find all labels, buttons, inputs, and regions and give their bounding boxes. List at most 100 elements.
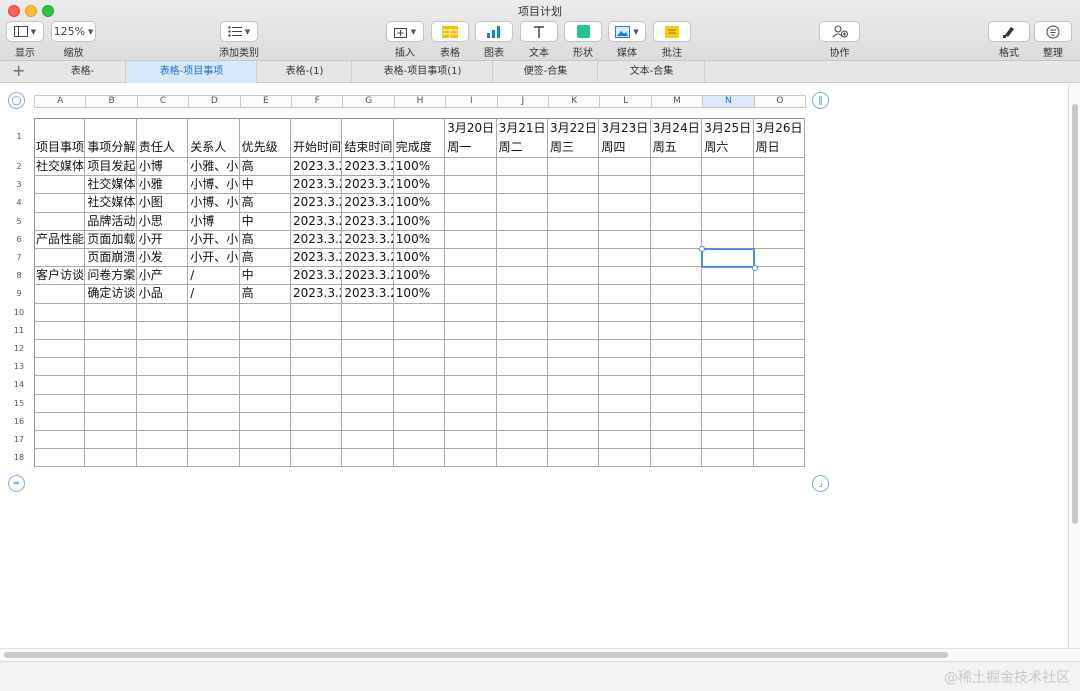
cell-g11[interactable] xyxy=(342,321,394,340)
cell-g16[interactable] xyxy=(342,412,394,431)
column-header-j[interactable]: J xyxy=(496,95,549,108)
cell-m3[interactable] xyxy=(650,176,703,195)
cell-k13[interactable] xyxy=(548,358,600,377)
cell-h12[interactable] xyxy=(393,340,446,359)
cell-k3[interactable] xyxy=(548,176,600,195)
cell-a3[interactable] xyxy=(34,176,86,195)
row-header-16[interactable]: 16 xyxy=(10,417,28,426)
comment-button[interactable] xyxy=(653,21,691,42)
cell-h2[interactable]: 100% xyxy=(393,158,446,177)
cell-i16[interactable] xyxy=(445,412,497,431)
cell-c3[interactable]: 小雅 xyxy=(136,176,189,195)
cell-f11[interactable] xyxy=(291,321,343,340)
media-button[interactable]: ▼ xyxy=(608,21,646,42)
cell-c14[interactable] xyxy=(136,376,189,395)
cell-m14[interactable] xyxy=(650,376,703,395)
cell-f15[interactable] xyxy=(291,394,343,413)
cell-c16[interactable] xyxy=(136,412,189,431)
row-header-9[interactable]: 9 xyxy=(10,289,28,298)
cell-l10[interactable] xyxy=(599,303,651,322)
cell-d3[interactable]: 小博、小 xyxy=(188,176,240,195)
cell-a9[interactable] xyxy=(34,285,86,304)
cell-f8[interactable]: 2023.3.2 xyxy=(291,267,343,286)
cell-c9[interactable]: 小品 xyxy=(136,285,189,304)
cell-d7[interactable]: 小开、小 xyxy=(188,249,240,268)
cell-e15[interactable] xyxy=(239,394,291,413)
cell-a15[interactable] xyxy=(34,394,86,413)
cell-m13[interactable] xyxy=(650,358,703,377)
cell-l14[interactable] xyxy=(599,376,651,395)
row-header-4[interactable]: 4 xyxy=(10,198,28,207)
cell-b4[interactable]: 社交媒体 xyxy=(85,194,137,213)
cell-g10[interactable] xyxy=(342,303,394,322)
cell-f7[interactable]: 2023.3.2 xyxy=(291,249,343,268)
cell-c5[interactable]: 小思 xyxy=(136,212,189,231)
cell-l18[interactable] xyxy=(599,449,651,468)
column-header-g[interactable]: G xyxy=(342,95,395,108)
cell-e17[interactable] xyxy=(239,431,291,450)
cell-g1[interactable]: 结束时间 xyxy=(342,118,394,158)
column-header-n[interactable]: N xyxy=(702,95,755,108)
chart-button[interactable] xyxy=(475,21,513,42)
cell-h10[interactable] xyxy=(393,303,446,322)
cell-b3[interactable]: 社交媒体 xyxy=(85,176,137,195)
cell-g7[interactable]: 2023.3.2 xyxy=(342,249,394,268)
cell-m11[interactable] xyxy=(650,321,703,340)
tab-sheet-1[interactable]: 表格- xyxy=(40,61,126,83)
cell-m10[interactable] xyxy=(650,303,703,322)
cell-b10[interactable] xyxy=(85,303,137,322)
text-button[interactable] xyxy=(520,21,558,42)
horizontal-scroll-thumb[interactable] xyxy=(4,652,948,658)
cell-n11[interactable] xyxy=(702,321,754,340)
cell-j7[interactable] xyxy=(496,249,548,268)
cell-c2[interactable]: 小博 xyxy=(136,158,189,177)
cell-k2[interactable] xyxy=(548,158,600,177)
cell-h3[interactable]: 100% xyxy=(393,176,446,195)
cell-f2[interactable]: 2023.3.2 xyxy=(291,158,343,177)
collaborate-button[interactable] xyxy=(819,21,860,42)
column-header-d[interactable]: D xyxy=(188,95,241,108)
table-button[interactable] xyxy=(431,21,469,42)
cell-f16[interactable] xyxy=(291,412,343,431)
cell-l6[interactable] xyxy=(599,230,651,249)
cell-k12[interactable] xyxy=(548,340,600,359)
cell-d12[interactable] xyxy=(188,340,240,359)
cell-g13[interactable] xyxy=(342,358,394,377)
tab-sheet-6[interactable]: 文本-合集 xyxy=(599,61,705,83)
row-header-17[interactable]: 17 xyxy=(10,435,28,444)
cell-h6[interactable]: 100% xyxy=(393,230,446,249)
cell-j14[interactable] xyxy=(496,376,548,395)
cell-k9[interactable] xyxy=(548,285,600,304)
cell-g12[interactable] xyxy=(342,340,394,359)
cell-a11[interactable] xyxy=(34,321,86,340)
cell-d1[interactable]: 关系人 xyxy=(188,118,240,158)
cell-o2[interactable] xyxy=(753,158,805,177)
cell-d13[interactable] xyxy=(188,358,240,377)
row-header-11[interactable]: 11 xyxy=(10,326,28,335)
cell-i2[interactable] xyxy=(445,158,497,177)
cell-i6[interactable] xyxy=(445,230,497,249)
cell-k8[interactable] xyxy=(548,267,600,286)
cell-n8[interactable] xyxy=(702,267,754,286)
row-header-8[interactable]: 8 xyxy=(10,271,28,280)
cell-e14[interactable] xyxy=(239,376,291,395)
cell-m9[interactable] xyxy=(650,285,703,304)
cell-l5[interactable] xyxy=(599,212,651,231)
cell-m7[interactable] xyxy=(650,249,703,268)
cell-o11[interactable] xyxy=(753,321,805,340)
cell-l13[interactable] xyxy=(599,358,651,377)
row-header-12[interactable]: 12 xyxy=(10,344,28,353)
cell-m2[interactable] xyxy=(650,158,703,177)
cell-d11[interactable] xyxy=(188,321,240,340)
cell-n12[interactable] xyxy=(702,340,754,359)
column-header-c[interactable]: C xyxy=(136,95,190,108)
cell-l2[interactable] xyxy=(599,158,651,177)
cell-n1[interactable]: 3月25日 周六 xyxy=(702,118,754,158)
cell-b8[interactable]: 问卷方案 xyxy=(85,267,137,286)
cell-g5[interactable]: 2023.3.2 xyxy=(342,212,394,231)
cell-j12[interactable] xyxy=(496,340,548,359)
cell-n18[interactable] xyxy=(702,449,754,468)
cell-m15[interactable] xyxy=(650,394,703,413)
cell-i5[interactable] xyxy=(445,212,497,231)
cell-l1[interactable]: 3月23日 周四 xyxy=(599,118,651,158)
